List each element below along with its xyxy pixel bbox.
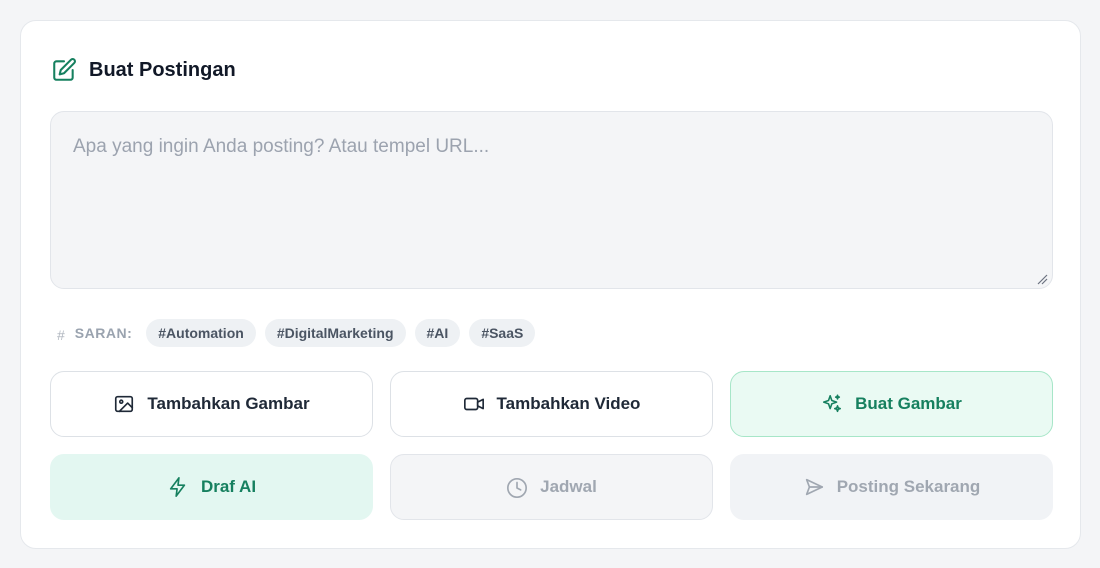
generate-image-button[interactable]: Buat Gambar [730,371,1053,437]
post-composer [50,111,1053,289]
add-image-label: Tambahkan Gambar [147,394,310,413]
hashtag-chip[interactable]: #AI [414,319,461,347]
resize-handle-icon[interactable] [1036,272,1048,285]
create-post-card: Buat Postingan # SARAN: #Automation #Dig… [20,20,1081,549]
lightning-icon [167,476,189,498]
card-header: Buat Postingan [51,57,236,83]
add-video-button[interactable]: Tambahkan Video [390,371,713,437]
edit-icon [51,57,77,83]
clock-icon [506,476,528,498]
post-now-button[interactable]: Posting Sekarang [730,454,1053,520]
hashtag-chip[interactable]: #SaaS [469,319,536,347]
schedule-label: Jadwal [540,477,597,496]
suggestions-label: SARAN: [74,325,133,341]
add-image-button[interactable]: Tambahkan Gambar [50,371,373,437]
post-text-input[interactable] [51,112,1052,288]
schedule-button[interactable]: Jadwal [390,454,713,520]
video-icon [463,393,485,415]
add-video-label: Tambahkan Video [496,394,641,413]
send-icon [803,476,825,498]
sparkles-icon [821,393,843,415]
generate-image-label: Buat Gambar [855,394,962,413]
ai-draft-label: Draf AI [200,477,257,496]
hashtag-chip[interactable]: #Automation [146,319,256,347]
post-now-label: Posting Sekarang [836,477,981,496]
hashtag-icon: # [57,327,65,343]
image-icon [113,393,135,415]
ai-draft-button[interactable]: Draf AI [50,454,373,520]
hashtag-chip[interactable]: #DigitalMarketing [264,319,406,347]
page-title: Buat Postingan [89,58,236,81]
hashtag-suggestions: # SARAN: #Automation #DigitalMarketing #… [57,319,544,347]
